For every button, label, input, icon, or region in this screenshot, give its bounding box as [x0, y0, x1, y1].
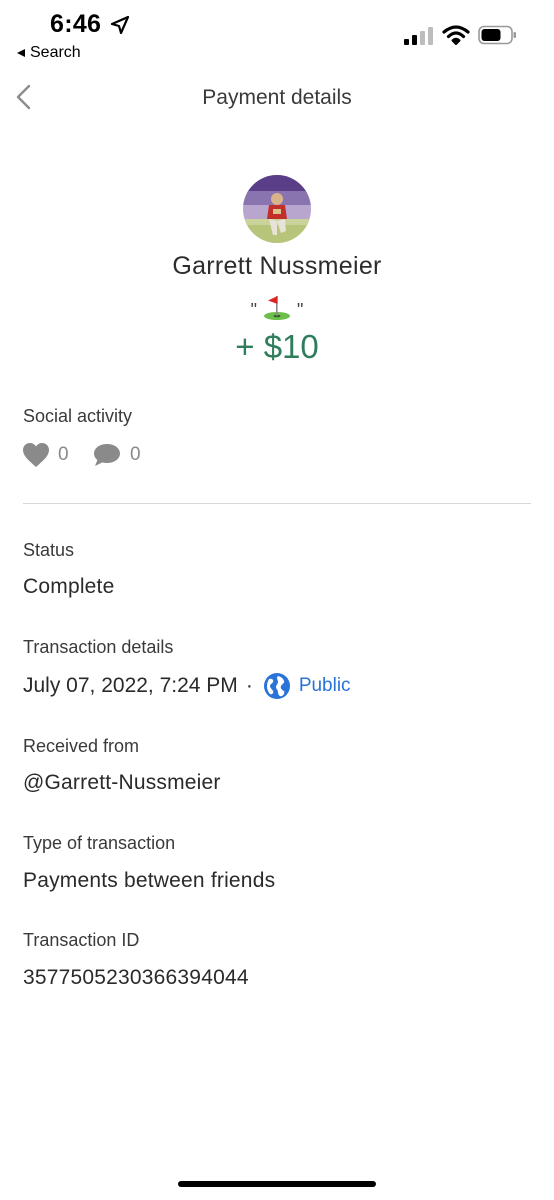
separator-dot: · [245, 674, 253, 697]
sender-name: Garrett Nussmeier [172, 252, 382, 280]
transaction-type-value: Payments between friends [23, 869, 276, 892]
comment-button[interactable]: 0 [92, 442, 141, 468]
transaction-details-label: Transaction details [23, 637, 174, 657]
section-divider [23, 503, 531, 504]
received-from-label: Received from [23, 736, 140, 756]
note-open-quote: " [250, 300, 257, 320]
avatar-photo [243, 175, 311, 243]
status-label: Status [23, 540, 75, 560]
wifi-icon [442, 25, 470, 45]
transaction-id-label: Transaction ID [23, 930, 140, 950]
privacy-setting-link[interactable]: Public [299, 675, 351, 697]
transaction-id-value: 3577505230366394044 [23, 966, 249, 989]
cellular-signal-icon [404, 27, 433, 45]
location-arrow-icon [110, 15, 130, 35]
like-button[interactable]: 0 [22, 442, 69, 468]
transaction-type-label: Type of transaction [23, 833, 176, 853]
payment-amount: + $10 [235, 328, 319, 365]
comment-bubble-icon [94, 444, 120, 466]
page-title: Payment details [202, 86, 352, 109]
transaction-details-row: July 07, 2022, 7:24 PM · Public [23, 672, 351, 700]
comment-count: 0 [130, 444, 141, 465]
payment-note: " " [0, 293, 554, 321]
status-time: 6:46 [50, 10, 102, 38]
received-from-value[interactable]: @Garrett-Nussmeier [23, 771, 221, 795]
transaction-date: July 07, 2022, 7:24 PM [23, 674, 238, 697]
status-value: Complete [23, 575, 115, 598]
status-bar: 6:46 Search [0, 0, 554, 70]
note-close-quote: " [297, 300, 304, 320]
battery-icon [478, 25, 516, 45]
flag-in-hole-icon [264, 296, 290, 320]
globe-icon[interactable] [263, 672, 291, 700]
home-indicator[interactable] [178, 1181, 376, 1187]
back-to-search-label: Search [30, 44, 81, 61]
avatar[interactable] [243, 175, 311, 243]
like-count: 0 [58, 444, 69, 465]
back-to-search-link[interactable]: Search [16, 44, 81, 62]
back-triangle-icon [17, 49, 25, 57]
social-activity-label: Social activity [23, 406, 133, 426]
heart-icon [23, 443, 49, 467]
